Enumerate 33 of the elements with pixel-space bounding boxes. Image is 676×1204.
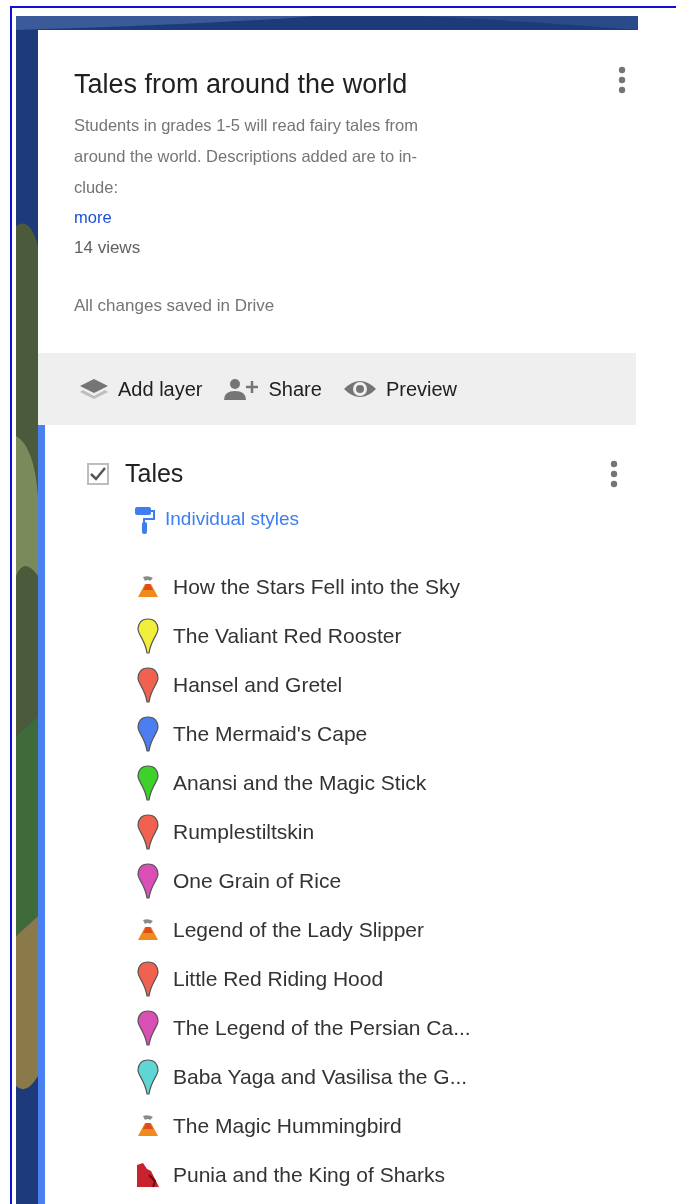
layers-icon: [78, 377, 110, 401]
feature-title[interactable]: The Mermaid's Cape: [173, 718, 368, 750]
layer-checkbox[interactable]: [87, 462, 109, 485]
feature-title[interactable]: The Legend of the Persian Ca...: [173, 1012, 471, 1044]
add-person-icon: [222, 377, 261, 401]
feature-title[interactable]: Hansel and Gretel: [173, 669, 343, 701]
feature-title[interactable]: Baba Yaga and Vasilisa the G...: [173, 1061, 468, 1093]
feature-title[interactable]: One Grain of Rice: [173, 865, 342, 897]
feature-title[interactable]: How the Stars Fell into the Sky: [173, 571, 461, 603]
more-options-icon[interactable]: [618, 66, 626, 94]
feature-title[interactable]: The Valiant Red Rooster: [173, 620, 402, 652]
volcano-icon: [137, 918, 159, 942]
volcano-icon: [137, 1114, 159, 1138]
volcano-icon: [137, 575, 159, 599]
feature-title[interactable]: Rumplestiltskin: [173, 816, 315, 848]
cliff-icon: [135, 1161, 161, 1189]
individual-styles-link[interactable]: Individual styles: [135, 504, 300, 535]
layer-name[interactable]: Tales: [125, 455, 184, 493]
feature-title[interactable]: Anansi and the Magic Stick: [173, 767, 427, 799]
share-button[interactable]: Share: [222, 374, 322, 404]
view-count: 14 views: [74, 237, 142, 259]
preview-button[interactable]: Preview: [341, 374, 457, 404]
feature-title[interactable]: Little Red Riding Hood: [173, 963, 384, 995]
save-status: All changes saved in Drive: [74, 295, 276, 317]
map-title[interactable]: Tales from around the world: [74, 66, 408, 102]
feature-title[interactable]: The Magic Hummingbird: [173, 1110, 402, 1142]
feature-title[interactable]: Punia and the King of Sharks: [173, 1159, 445, 1191]
feature-title[interactable]: Legend of the Lady Slipper: [173, 914, 425, 946]
map-description: Students in grades 1-5 will read fairy tales from around the world. Descriptions added are to in- clude:: [74, 115, 419, 198]
layer-options-icon[interactable]: [610, 459, 618, 488]
more-link[interactable]: more: [74, 203, 112, 231]
add-layer-button[interactable]: Add layer: [78, 374, 203, 404]
paint-roller-icon: [135, 504, 155, 535]
